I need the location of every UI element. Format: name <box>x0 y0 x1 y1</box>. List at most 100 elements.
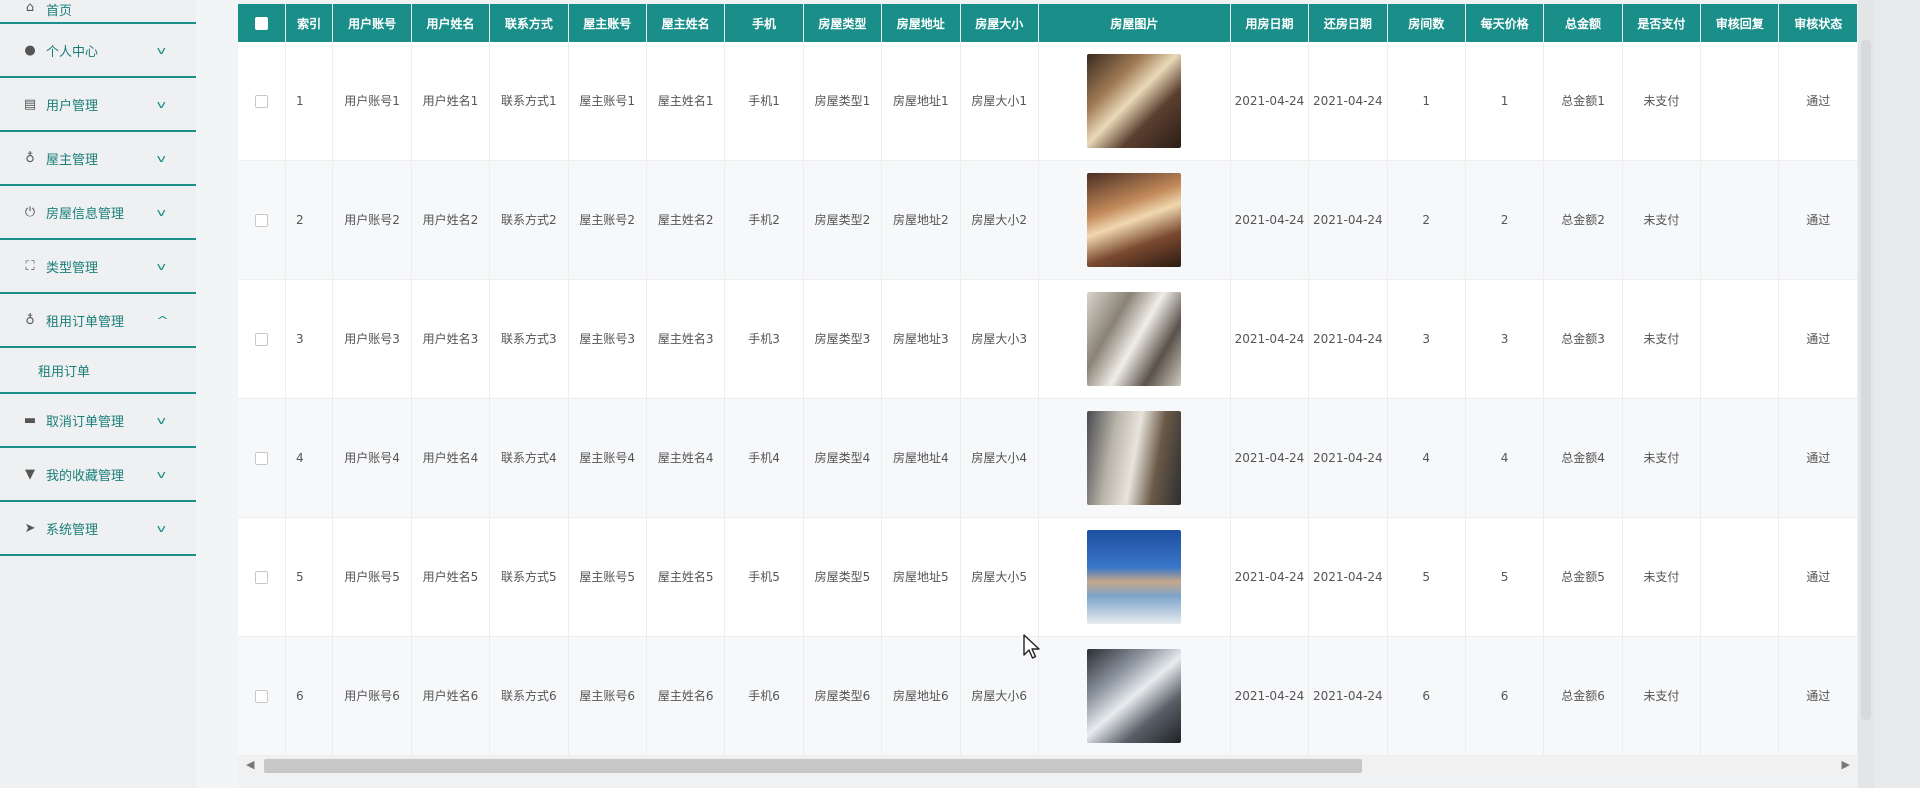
chevron-down-icon[interactable]: v <box>157 44 166 57</box>
row-checkbox[interactable] <box>254 690 268 703</box>
column-header[interactable]: 索引 <box>285 4 334 42</box>
table-row[interactable]: 4 用户账号4 用户姓名4 联系方式4 屋主账号4 屋主姓名4 手机4 房屋类型4 房屋地址4 房… <box>238 398 1858 518</box>
sidebar-item-7[interactable]: ▬ 取消订单管理 v <box>0 394 196 448</box>
table-row[interactable]: 1 用户账号1 用户姓名1 联系方式1 屋主账号1 屋主姓名1 手机1 房屋类型1 房屋地址1 房… <box>238 42 1858 161</box>
table-cell: 手机6 <box>724 636 804 756</box>
column-header[interactable]: 屋主姓名 <box>646 4 726 42</box>
horizontal-scrollbar[interactable]: ◀ ▶ <box>238 756 1858 776</box>
column-header[interactable]: 审核状态 <box>1778 4 1858 42</box>
scroll-right-arrow-icon[interactable]: ▶ <box>1842 758 1850 771</box>
table-cell: 房屋地址2 <box>881 160 961 280</box>
house-photo[interactable] <box>1087 411 1182 505</box>
table-cell: 用户账号2 <box>332 160 412 280</box>
table-cell: 未支付 <box>1622 160 1702 280</box>
table-cell: 5 <box>1465 517 1545 637</box>
table-cell: 用户姓名4 <box>411 398 491 518</box>
vertical-scroll-thumb[interactable] <box>1861 40 1871 720</box>
row-checkbox[interactable] <box>254 571 268 584</box>
table-cell: 通过 <box>1778 42 1858 161</box>
sidebar-item-1[interactable]: ● 个人中心 v <box>0 24 196 78</box>
column-header[interactable]: 房间数 <box>1387 4 1466 42</box>
house-photo[interactable] <box>1087 530 1182 624</box>
table-cell: 2 <box>1387 160 1466 280</box>
chevron-down-icon[interactable]: v <box>157 260 166 273</box>
table-cell: 房屋地址4 <box>881 398 961 518</box>
select-all-header[interactable] <box>238 4 286 42</box>
table-cell: 联系方式3 <box>489 279 569 399</box>
row-select-cell[interactable] <box>238 42 286 161</box>
row-checkbox[interactable] <box>254 333 268 346</box>
chevron-down-icon[interactable]: v <box>157 468 166 481</box>
house-photo[interactable] <box>1087 292 1182 386</box>
table-cell: 总金额3 <box>1543 279 1623 399</box>
row-select-cell[interactable] <box>238 279 286 399</box>
chevron-down-icon[interactable]: v <box>157 98 166 111</box>
sidebar-subitem-0[interactable]: 租用订单 <box>0 348 196 394</box>
column-header[interactable]: 房屋类型 <box>803 4 883 42</box>
chevron-down-icon[interactable]: v <box>157 206 166 219</box>
column-header[interactable]: 是否支付 <box>1622 4 1702 42</box>
sidebar-item-0[interactable]: ⌂ 首页 <box>0 0 196 24</box>
table-row[interactable]: 5 用户账号5 用户姓名5 联系方式5 屋主账号5 屋主姓名5 手机5 房屋类型5 房屋地址5 房… <box>238 517 1858 637</box>
table-cell: 2 <box>285 160 334 280</box>
table-cell: 手机5 <box>724 517 804 637</box>
sidebar-item-9[interactable]: ➤ 系统管理 v <box>0 502 196 556</box>
row-select-cell[interactable] <box>238 517 286 637</box>
column-header[interactable]: 每天价格 <box>1465 4 1545 42</box>
row-select-cell[interactable] <box>238 636 286 756</box>
house-photo[interactable] <box>1087 649 1182 743</box>
table-cell: 通过 <box>1778 636 1858 756</box>
table-cell: 1 <box>285 42 334 161</box>
column-header[interactable]: 屋主账号 <box>568 4 647 42</box>
column-header[interactable]: 房屋图片 <box>1038 4 1231 42</box>
table-row[interactable]: 6 用户账号6 用户姓名6 联系方式6 屋主账号6 屋主姓名6 手机6 房屋类型6 房屋地址6 房… <box>238 636 1858 756</box>
chevron-down-icon[interactable]: v <box>157 522 166 535</box>
sidebar-item-6[interactable]: ♁ 租用订单管理 ^ <box>0 294 196 348</box>
row-checkbox[interactable] <box>254 95 268 108</box>
send-icon: ➤ <box>24 520 36 536</box>
table-cell: 联系方式2 <box>489 160 569 280</box>
column-header[interactable]: 联系方式 <box>489 4 569 42</box>
column-header[interactable]: 房屋地址 <box>881 4 961 42</box>
row-checkbox[interactable] <box>254 214 268 227</box>
column-header[interactable]: 用户账号 <box>332 4 412 42</box>
sidebar-item-5[interactable]: ⛶ 类型管理 v <box>0 240 196 294</box>
table-cell: 2021-04-24 <box>1230 42 1310 161</box>
table-row[interactable]: 2 用户账号2 用户姓名2 联系方式2 屋主账号2 屋主姓名2 手机2 房屋类型2 房屋地址2 房… <box>238 160 1858 280</box>
sidebar-item-8[interactable]: ▼ 我的收藏管理 v <box>0 448 196 502</box>
column-header[interactable]: 手机 <box>724 4 804 42</box>
row-select-cell[interactable] <box>238 398 286 518</box>
chevron-down-icon[interactable]: v <box>157 414 166 427</box>
scroll-left-arrow-icon[interactable]: ◀ <box>246 758 254 771</box>
sidebar-item-2[interactable]: ▤ 用户管理 v <box>0 78 196 132</box>
sidebar-item-label: 租用订单管理 <box>46 314 125 330</box>
column-header[interactable]: 审核回复 <box>1700 4 1780 42</box>
table-cell: 房屋类型3 <box>803 279 883 399</box>
row-checkbox[interactable] <box>254 452 268 465</box>
row-select-cell[interactable] <box>238 160 286 280</box>
orders-table-container: 索引 用户账号 用户姓名 联系方式 屋主账号 屋主姓名 手机 房屋类型 房屋地址 房屋大小 房屋图片… <box>238 4 1858 756</box>
column-header[interactable]: 用房日期 <box>1230 4 1310 42</box>
house-photo[interactable] <box>1087 173 1182 267</box>
column-header[interactable]: 房屋大小 <box>960 4 1039 42</box>
sidebar-item-4[interactable]: ⏻ 房屋信息管理 v <box>0 186 196 240</box>
house-photo[interactable] <box>1087 54 1182 148</box>
table-cell: 总金额6 <box>1543 636 1623 756</box>
table-cell: 用户账号5 <box>332 517 412 637</box>
horizontal-scroll-thumb[interactable] <box>264 759 1362 773</box>
table-row[interactable]: 3 用户账号3 用户姓名3 联系方式3 屋主账号3 屋主姓名3 手机3 房屋类型3 房屋地址3 房… <box>238 279 1858 399</box>
table-cell: 手机2 <box>724 160 804 280</box>
table-cell: 用户账号4 <box>332 398 412 518</box>
column-header[interactable]: 用户姓名 <box>411 4 491 42</box>
sidebar-item-3[interactable]: ♁ 屋主管理 v <box>0 132 196 186</box>
table-cell: 4 <box>1387 398 1466 518</box>
select-all-checkbox[interactable] <box>254 17 268 30</box>
vertical-scrollbar[interactable] <box>1858 0 1874 788</box>
column-header[interactable]: 总金额 <box>1543 4 1623 42</box>
table-cell: 联系方式6 <box>489 636 569 756</box>
chevron-up-icon[interactable]: ^ <box>156 314 169 327</box>
chevron-down-icon[interactable]: v <box>157 152 166 165</box>
column-header[interactable]: 还房日期 <box>1308 4 1388 42</box>
table-cell: 1 <box>1465 42 1545 161</box>
chart-icon: ▤ <box>23 96 37 112</box>
